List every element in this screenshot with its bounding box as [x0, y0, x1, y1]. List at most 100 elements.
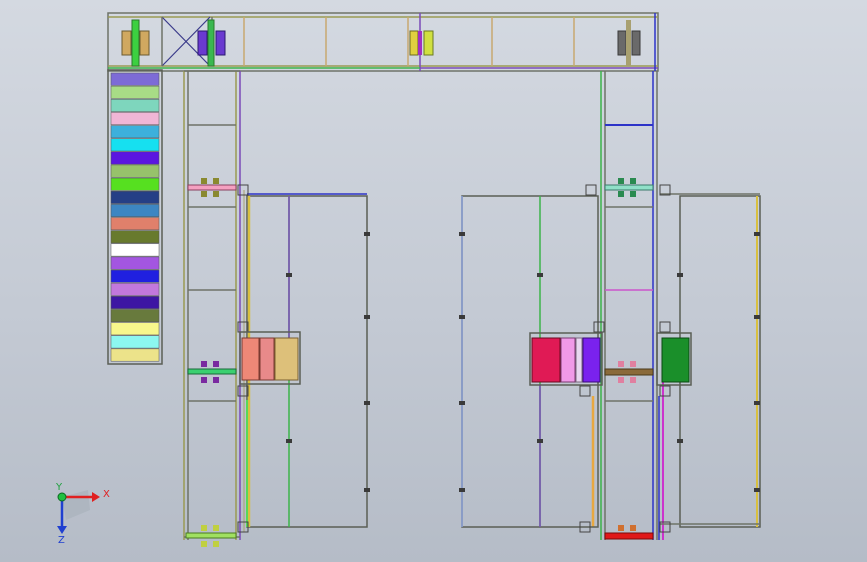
- stack-layer: [110, 230, 160, 244]
- clamp-block: [630, 377, 636, 383]
- clamp-block: [630, 525, 636, 531]
- table-bracket: [459, 315, 465, 319]
- right-carriage-block-pink: [560, 337, 576, 383]
- stacked-material-layers: [110, 72, 160, 362]
- clamp-block: [630, 178, 636, 184]
- coordinate-triad: X Y Z: [55, 482, 110, 546]
- stack-layer: [110, 112, 160, 126]
- triad-y-label: Y: [55, 482, 63, 493]
- stack-layer: [110, 282, 160, 296]
- clamp-block: [213, 377, 219, 383]
- mount-block: [409, 30, 419, 56]
- clamp-block: [213, 541, 219, 547]
- stack-layer: [110, 322, 160, 336]
- left-carriage: [239, 331, 301, 385]
- mount-block: [215, 30, 226, 56]
- clamp-bar-lime: [185, 532, 237, 539]
- cad-viewport[interactable]: X Y Z: [0, 0, 867, 562]
- stack-layer: [110, 296, 160, 309]
- right-carriage-block-white: [575, 337, 583, 383]
- clamp-block: [201, 377, 207, 383]
- table-bracket: [677, 439, 683, 443]
- stack-layer: [110, 204, 160, 217]
- mount-block: [617, 30, 627, 56]
- table-bracket: [286, 439, 292, 443]
- stack-layer: [110, 269, 160, 283]
- mount-bar: [626, 20, 631, 66]
- clamp-block: [630, 361, 636, 367]
- clamp-block: [201, 525, 207, 531]
- table-bracket: [754, 232, 760, 236]
- clamp-block: [213, 191, 219, 197]
- triad-y-axis: [57, 492, 67, 502]
- bearing-block: [593, 321, 605, 333]
- left-conveyor: [183, 70, 241, 540]
- clamp-bar-brown: [604, 368, 654, 376]
- stack-layer: [110, 348, 160, 362]
- table-bracket: [754, 315, 760, 319]
- stack-layer: [110, 99, 160, 112]
- mount-block: [139, 30, 150, 56]
- table-bracket: [537, 273, 543, 277]
- far-right-carriage: [656, 332, 692, 386]
- table-bracket: [364, 315, 370, 319]
- clamp-block: [213, 361, 219, 367]
- table-bracket: [754, 401, 760, 405]
- stack-layer: [110, 217, 160, 231]
- mount-block: [423, 30, 434, 56]
- stack-layer: [110, 125, 160, 139]
- left-carriage-block-pink: [259, 337, 275, 381]
- clamp-block: [201, 361, 207, 367]
- mount-bar-green: [131, 19, 140, 67]
- stack-layer: [110, 138, 160, 152]
- clamp-block: [213, 178, 219, 184]
- stack-layer: [110, 335, 160, 349]
- clamp-block: [201, 178, 207, 184]
- triad-z-arrow: [57, 526, 67, 534]
- clamp-bar-green: [187, 368, 237, 375]
- table-bracket: [754, 488, 760, 492]
- stack-layer: [110, 177, 160, 191]
- top-frame: [107, 12, 659, 72]
- mount-block: [631, 30, 641, 56]
- stack-layer: [110, 164, 160, 178]
- right-conveyor: [591, 71, 664, 540]
- right-right-table-outline: [679, 195, 761, 528]
- table-bracket: [459, 232, 465, 236]
- clamp-block: [630, 191, 636, 197]
- table-bracket: [286, 273, 292, 277]
- right-clamps: [604, 178, 654, 540]
- left-clamps: [185, 178, 237, 547]
- stack-layer: [110, 72, 160, 86]
- top-frame-outline: [107, 12, 659, 72]
- table-bracket: [364, 232, 370, 236]
- clamp-bar-red: [604, 532, 654, 540]
- right-carriage-block-crimson: [531, 337, 561, 383]
- stack-layer: [110, 85, 160, 99]
- table-bracket: [537, 439, 543, 443]
- table-bracket: [364, 401, 370, 405]
- bearing-block: [579, 385, 591, 397]
- clamp-bar-teal: [604, 184, 654, 191]
- clamp-block: [618, 361, 624, 367]
- clamp-block: [618, 191, 624, 197]
- clamp-block: [201, 191, 207, 197]
- clamp-bar-pink: [187, 184, 237, 191]
- triad-plane: [62, 490, 90, 520]
- table-bracket: [677, 273, 683, 277]
- bearing-block: [659, 385, 671, 397]
- bearing-block: [659, 321, 671, 333]
- table-bracket: [459, 488, 465, 492]
- clamp-block: [618, 377, 624, 383]
- clamp-block: [213, 525, 219, 531]
- triad-x-label: X: [103, 489, 110, 500]
- mount-block: [121, 30, 132, 56]
- stack-layer: [110, 309, 160, 323]
- far-right-carriage-block-green: [661, 337, 690, 383]
- triad-x-arrow: [92, 492, 100, 502]
- left-carriage-block-tan: [274, 337, 299, 381]
- conveyor-layout-drawing: X Y Z: [55, 12, 761, 547]
- mount-block: [418, 31, 422, 55]
- bearing-block: [585, 184, 597, 196]
- clamp-block: [201, 541, 207, 547]
